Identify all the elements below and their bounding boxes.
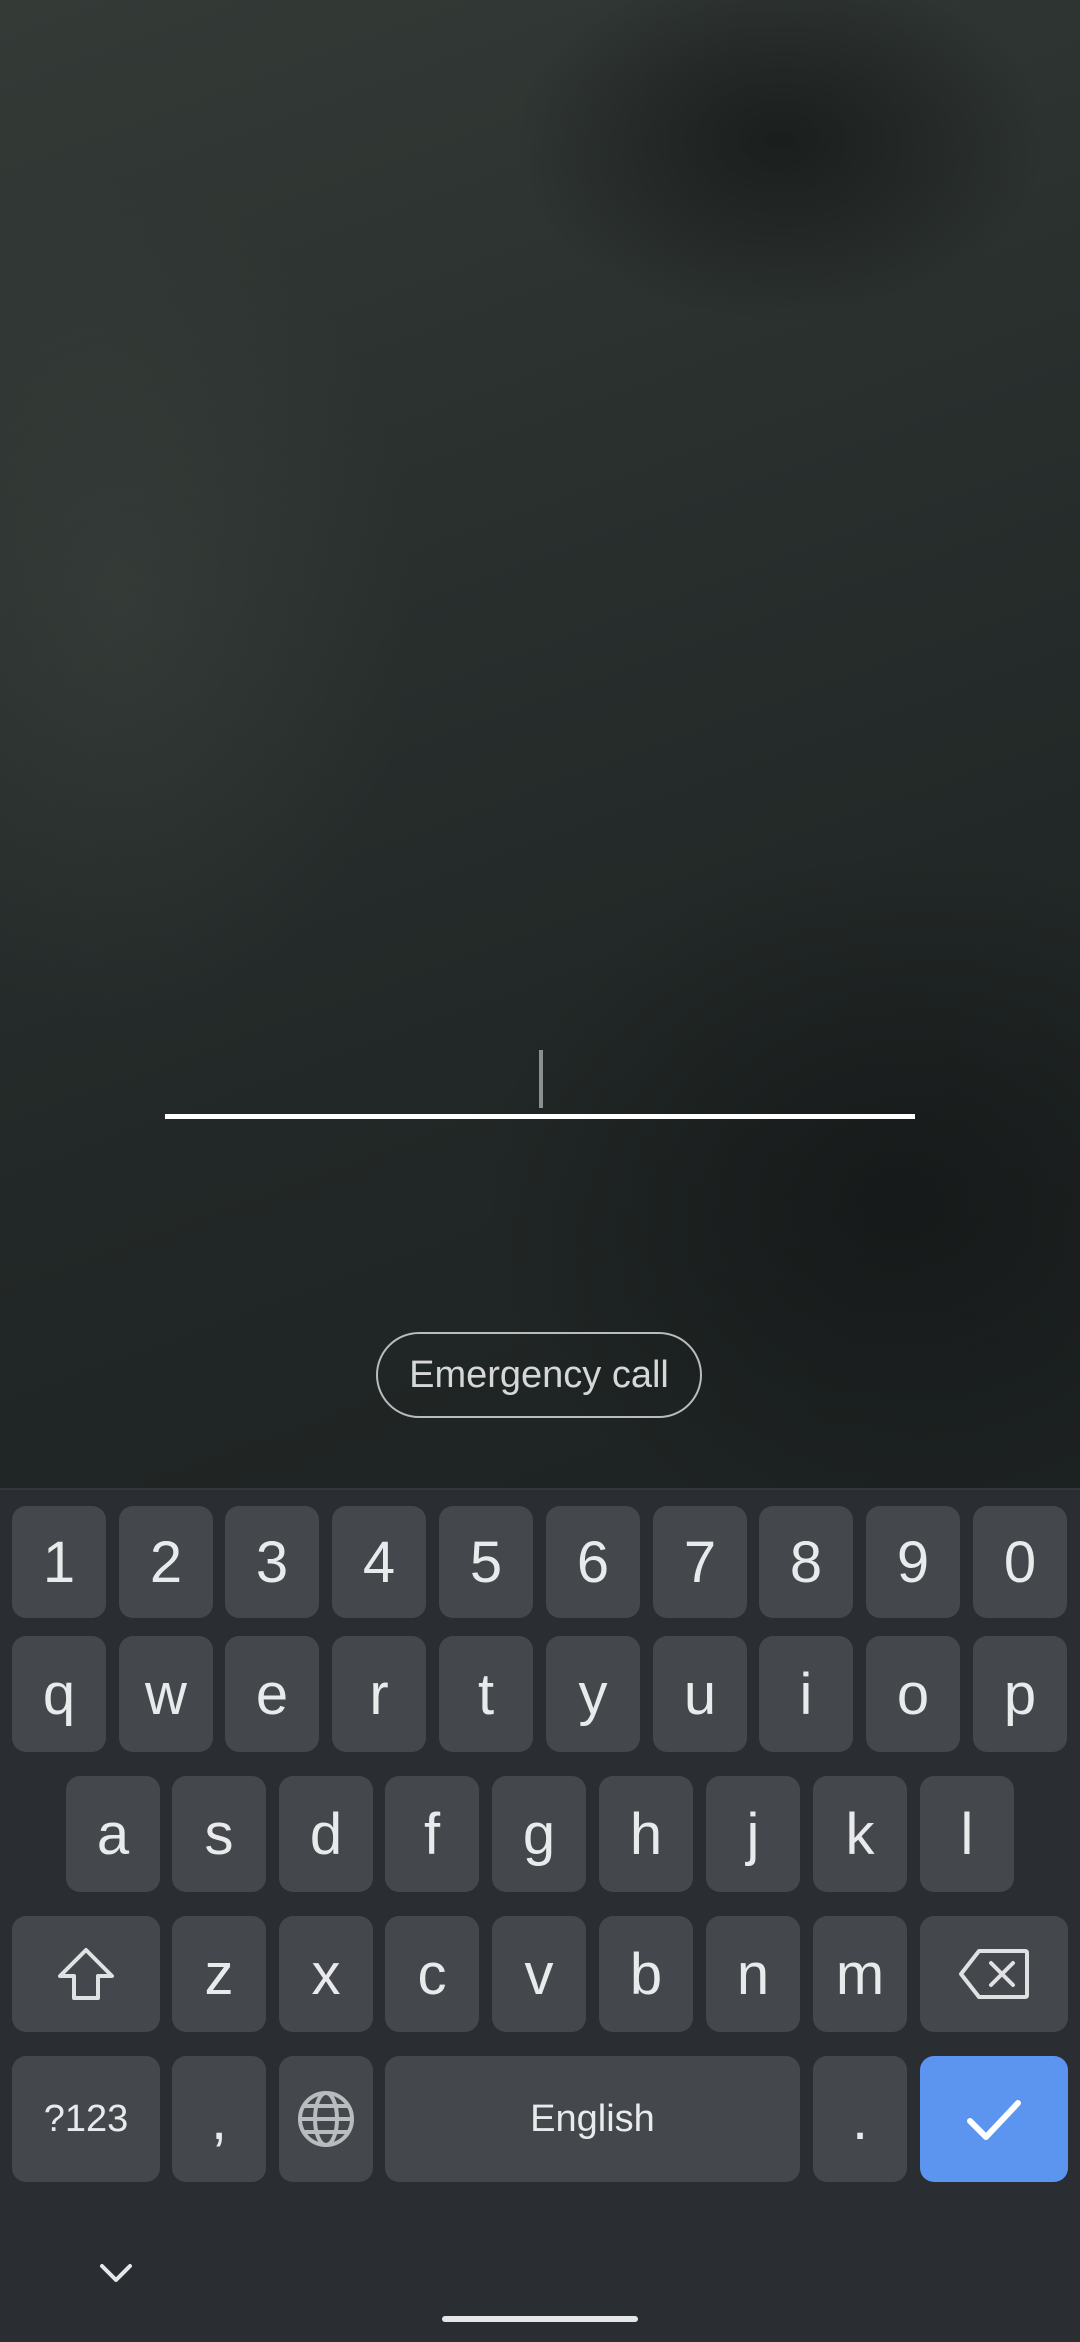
key-u[interactable]: u xyxy=(653,1636,747,1752)
key-q[interactable]: q xyxy=(12,1636,106,1752)
lockscreen-wallpaper xyxy=(0,0,1080,1488)
text-cursor xyxy=(539,1050,543,1108)
pin-entry-field[interactable] xyxy=(165,1040,915,1120)
key-x[interactable]: x xyxy=(279,1916,373,2032)
key-c[interactable]: c xyxy=(385,1916,479,2032)
key-j[interactable]: j xyxy=(706,1776,800,1892)
key-g[interactable]: g xyxy=(492,1776,586,1892)
key-3[interactable]: 3 xyxy=(225,1506,319,1618)
collapse-keyboard-button[interactable] xyxy=(86,2248,146,2298)
key-e[interactable]: e xyxy=(225,1636,319,1752)
check-icon xyxy=(967,2100,1021,2140)
key-9[interactable]: 9 xyxy=(866,1506,960,1618)
key-n[interactable]: n xyxy=(706,1916,800,2032)
backspace-icon xyxy=(959,1949,1029,1999)
period-key[interactable]: . xyxy=(813,2056,907,2182)
key-w[interactable]: w xyxy=(119,1636,213,1752)
shift-key[interactable] xyxy=(12,1916,160,2032)
enter-key[interactable] xyxy=(920,2056,1068,2182)
on-screen-keyboard: 1 2 3 4 5 6 7 8 9 0 q w e r t y u i o p … xyxy=(0,1488,1080,2342)
key-v[interactable]: v xyxy=(492,1916,586,2032)
globe-icon xyxy=(298,2091,354,2147)
shift-icon xyxy=(58,1948,114,2000)
key-m[interactable]: m xyxy=(813,1916,907,2032)
key-i[interactable]: i xyxy=(759,1636,853,1752)
key-l[interactable]: l xyxy=(920,1776,1014,1892)
key-1[interactable]: 1 xyxy=(12,1506,106,1618)
key-b[interactable]: b xyxy=(599,1916,693,2032)
key-6[interactable]: 6 xyxy=(546,1506,640,1618)
key-p[interactable]: p xyxy=(973,1636,1067,1752)
key-k[interactable]: k xyxy=(813,1776,907,1892)
chevron-down-icon xyxy=(100,2264,132,2282)
symbols-key[interactable]: ?123 xyxy=(12,2056,160,2182)
key-h[interactable]: h xyxy=(599,1776,693,1892)
key-z[interactable]: z xyxy=(172,1916,266,2032)
key-4[interactable]: 4 xyxy=(332,1506,426,1618)
language-key[interactable] xyxy=(279,2056,373,2182)
key-f[interactable]: f xyxy=(385,1776,479,1892)
key-s[interactable]: s xyxy=(172,1776,266,1892)
emergency-call-button[interactable]: Emergency call xyxy=(376,1332,702,1418)
key-o[interactable]: o xyxy=(866,1636,960,1752)
pin-underline xyxy=(165,1114,915,1119)
space-bar[interactable]: English xyxy=(385,2056,800,2182)
key-d[interactable]: d xyxy=(279,1776,373,1892)
key-r[interactable]: r xyxy=(332,1636,426,1752)
key-t[interactable]: t xyxy=(439,1636,533,1752)
key-y[interactable]: y xyxy=(546,1636,640,1752)
key-5[interactable]: 5 xyxy=(439,1506,533,1618)
comma-key[interactable]: , xyxy=(172,2056,266,2182)
key-2[interactable]: 2 xyxy=(119,1506,213,1618)
gesture-navigation-bar[interactable] xyxy=(442,2316,638,2322)
key-7[interactable]: 7 xyxy=(653,1506,747,1618)
key-0[interactable]: 0 xyxy=(973,1506,1067,1618)
key-8[interactable]: 8 xyxy=(759,1506,853,1618)
backspace-key[interactable] xyxy=(920,1916,1068,2032)
key-a[interactable]: a xyxy=(66,1776,160,1892)
